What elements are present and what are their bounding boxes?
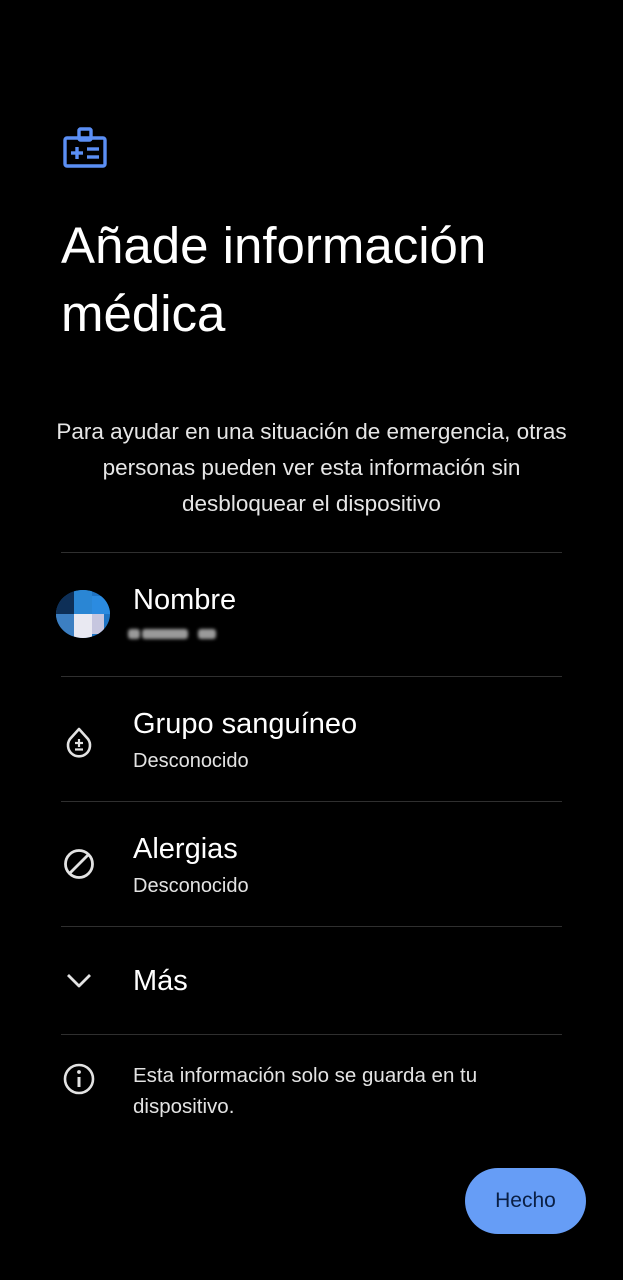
divider	[61, 1034, 562, 1035]
avatar	[56, 590, 110, 638]
more-label: Más	[133, 965, 188, 997]
block-icon	[64, 849, 94, 879]
name-value-redacted	[128, 627, 224, 641]
info-icon	[63, 1063, 95, 1095]
medical-id-card-icon	[63, 127, 107, 168]
row-blood-type[interactable]: Grupo sanguíneo Desconocido	[0, 677, 623, 801]
row-allergies-label: Alergias	[133, 833, 238, 865]
done-button[interactable]: Hecho	[465, 1168, 586, 1234]
row-allergies-value: Desconocido	[133, 875, 249, 897]
chevron-down-icon	[67, 974, 91, 988]
blood-drop-icon	[66, 727, 92, 758]
row-name[interactable]: Nombre	[0, 553, 623, 676]
info-text: Esta información solo se guarda en tu di…	[133, 1064, 478, 1118]
page-title: Añade información médica	[61, 217, 487, 342]
row-allergies[interactable]: Alergias Desconocido	[0, 802, 623, 926]
row-blood-type-label: Grupo sanguíneo	[133, 708, 358, 740]
page-description: Para ayudar en una situación de emergenc…	[56, 419, 567, 516]
row-blood-type-value: Desconocido	[133, 750, 249, 772]
medical-info-screen: Añade información médica Para ayudar en …	[0, 0, 623, 1280]
more-expander[interactable]: Más	[0, 927, 623, 1034]
row-name-label: Nombre	[133, 584, 237, 616]
